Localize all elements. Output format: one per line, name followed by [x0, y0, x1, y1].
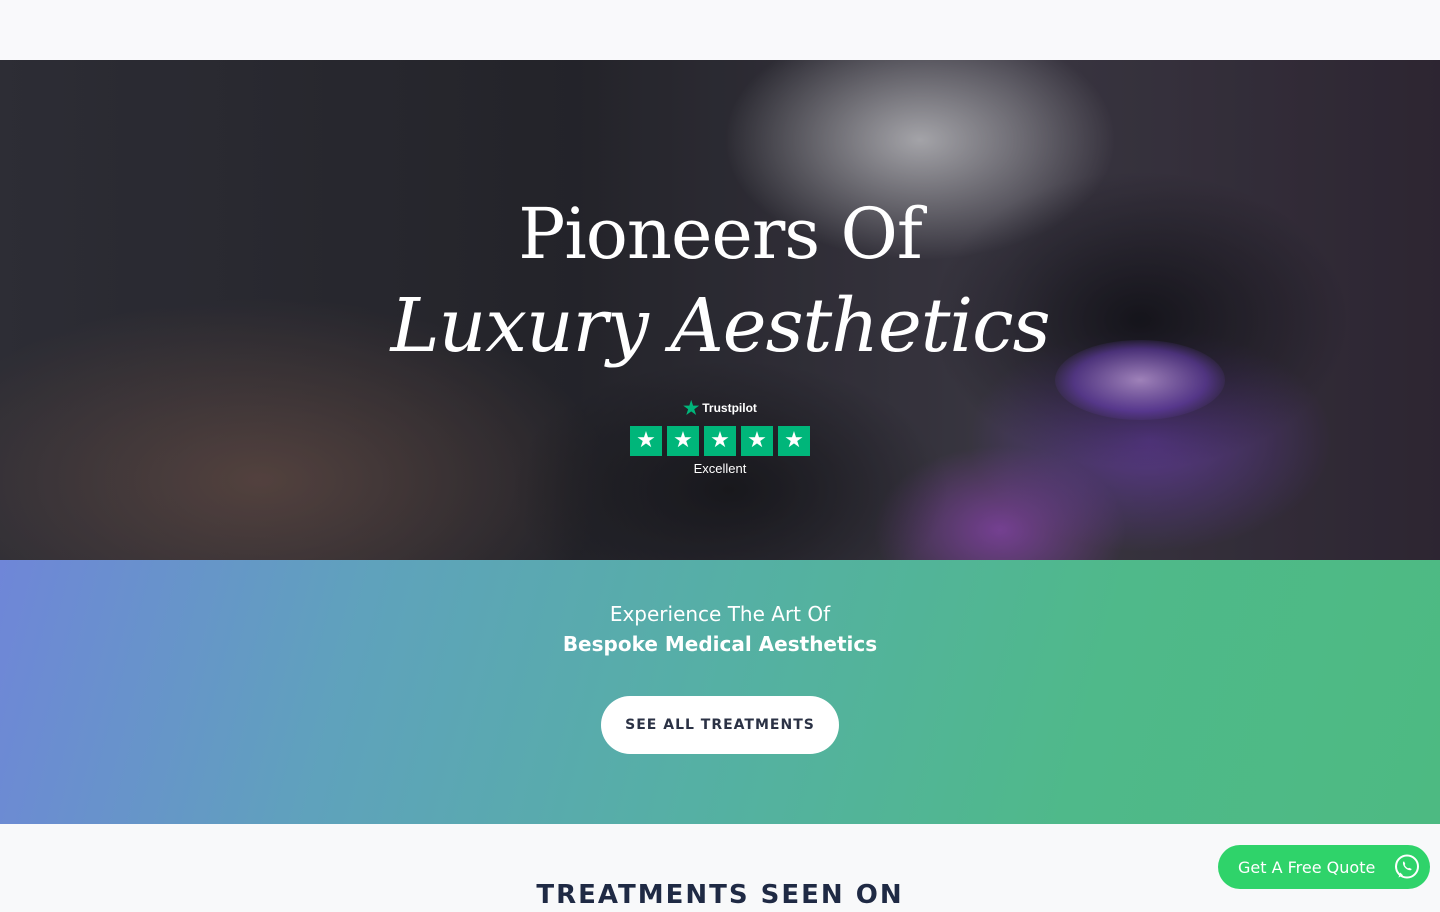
see-all-treatments-button[interactable]: SEE ALL TREATMENTS [601, 696, 839, 754]
trustpilot-logo-icon: ★ [683, 398, 700, 418]
hero-section: Pioneers Of Luxury Aesthetics ★ Trustpil… [0, 60, 1440, 560]
star-icon: ★ [630, 426, 662, 456]
trustpilot-header: ★ Trustpilot [620, 398, 820, 418]
star-icon: ★ [778, 426, 810, 456]
hero-title-line-1: Pioneers Of [518, 193, 923, 275]
star-icon: ★ [704, 426, 736, 456]
treatments-seen-on-heading: TREATMENTS SEEN ON [536, 880, 904, 910]
top-navigation-bar [0, 0, 1440, 60]
star-icon: ★ [667, 426, 699, 456]
hero-title-line-2: Luxury Aesthetics [390, 283, 1050, 369]
trustpilot-brand: Trustpilot [702, 401, 757, 415]
hero-content: Pioneers Of Luxury Aesthetics ★ Trustpil… [0, 60, 1440, 560]
band-subtitle: Experience The Art Of [609, 602, 831, 626]
intro-band: Experience The Art Of Bespoke Medical Ae… [0, 560, 1440, 824]
trustpilot-widget[interactable]: ★ Trustpilot ★ ★ ★ ★ ★ Excellent [620, 398, 820, 480]
star-icon: ★ [741, 426, 773, 456]
band-title: Bespoke Medical Aesthetics [562, 632, 878, 656]
get-free-quote-label: Get A Free Quote [1238, 857, 1376, 877]
whatsapp-icon [1392, 852, 1422, 882]
trustpilot-rating: Excellent [693, 461, 747, 476]
get-free-quote-button[interactable]: Get A Free Quote [1218, 845, 1430, 889]
trustpilot-stars: ★ ★ ★ ★ ★ [620, 426, 820, 456]
